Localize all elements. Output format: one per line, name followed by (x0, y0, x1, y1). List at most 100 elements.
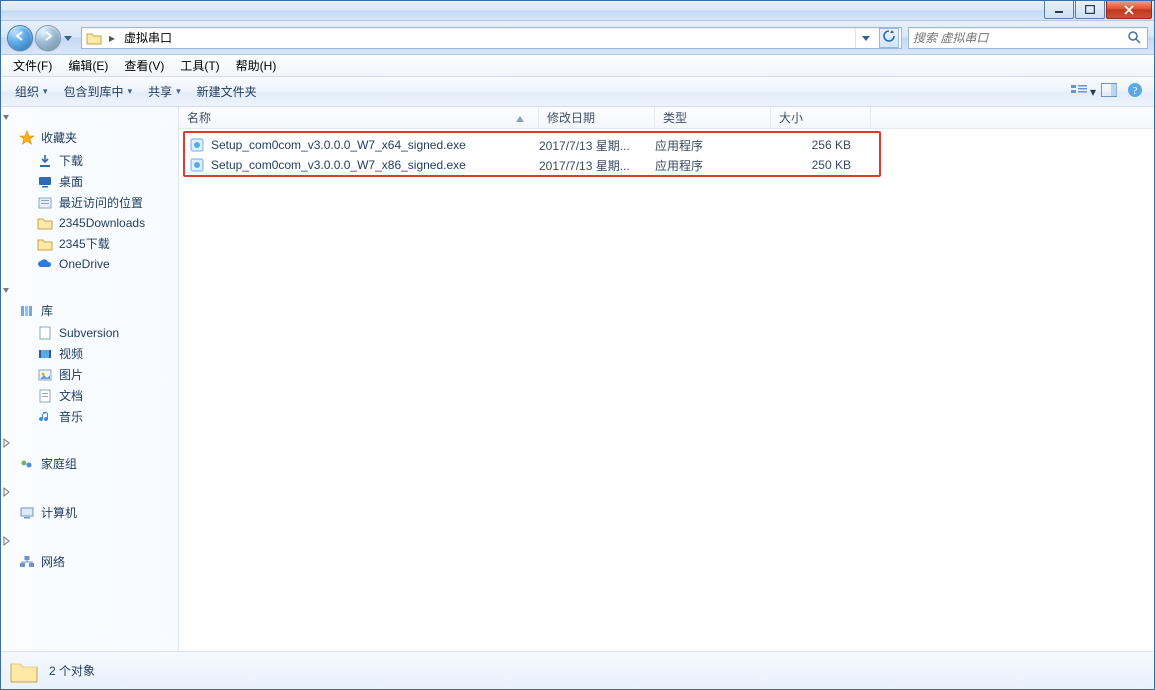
window-titlebar (1, 1, 1154, 21)
search-box[interactable] (908, 27, 1148, 49)
expand-icon[interactable] (1, 284, 11, 298)
include-in-library-button[interactable]: 包含到库中 ▾ (56, 80, 141, 103)
network-label: 网络 (41, 553, 65, 570)
file-name: Setup_com0com_v3.0.0.0_W7_x64_signed.exe (211, 138, 466, 152)
menu-file[interactable]: 文件(F) (5, 55, 60, 76)
sidebar-item-pictures[interactable]: 图片 (1, 364, 178, 385)
nav-buttons (7, 25, 75, 51)
address-bar[interactable]: ▸ 虚拟串口 (81, 27, 902, 49)
file-type: 应用程序 (655, 137, 771, 154)
share-button[interactable]: 共享 ▾ (140, 80, 189, 103)
include-label: 包含到库中 (64, 83, 124, 100)
help-icon: ? (1127, 82, 1143, 101)
document-icon (37, 388, 53, 404)
address-dropdown[interactable] (855, 28, 875, 48)
sidebar-item-onedrive[interactable]: OneDrive (1, 254, 178, 274)
recent-icon (37, 195, 53, 211)
column-type[interactable]: 类型 (655, 107, 771, 128)
breadcrumb-current[interactable]: 虚拟串口 (122, 29, 174, 46)
sidebar-group-libraries[interactable]: 库 (1, 298, 178, 323)
forward-button[interactable] (35, 25, 61, 51)
sidebar-group-computer[interactable]: 计算机 (1, 500, 178, 525)
sort-asc-icon (516, 111, 530, 125)
music-icon (37, 409, 53, 425)
sidebar-item-documents[interactable]: 文档 (1, 385, 178, 406)
chevron-down-icon (64, 31, 72, 45)
file-size: 250 KB (771, 158, 871, 172)
expand-icon[interactable] (1, 486, 11, 500)
command-bar: 组织 ▾ 包含到库中 ▾ 共享 ▾ 新建文件夹 ▾ ? (1, 77, 1154, 107)
chevron-down-icon (862, 31, 870, 45)
sidebar-item-downloads[interactable]: 下载 (1, 150, 178, 171)
menu-tools[interactable]: 工具(T) (172, 55, 227, 76)
svg-text:?: ? (1133, 85, 1138, 97)
organize-button[interactable]: 组织 ▾ (7, 80, 56, 103)
document-icon (37, 325, 53, 341)
expand-icon[interactable] (1, 535, 11, 549)
sidebar-item-music[interactable]: 音乐 (1, 406, 178, 427)
sidebar-item-desktop[interactable]: 桌面 (1, 171, 178, 192)
maximize-button[interactable] (1075, 1, 1105, 19)
sidebar-item-2345download-cn[interactable]: 2345下载 (1, 233, 178, 254)
column-size[interactable]: 大小 (771, 107, 871, 128)
sidebar-group-network[interactable]: 网络 (1, 549, 178, 574)
file-name: Setup_com0com_v3.0.0.0_W7_x86_signed.exe (211, 158, 466, 172)
expand-icon[interactable] (1, 437, 11, 451)
column-date[interactable]: 修改日期 (539, 107, 655, 128)
expand-icon[interactable] (1, 111, 11, 125)
view-options-button[interactable]: ▾ (1070, 81, 1096, 103)
cloud-icon (37, 256, 53, 272)
file-list-pane: 名称 修改日期 类型 大小 Setup_com0com_v3.0.0.0_W7_… (179, 107, 1154, 651)
file-list[interactable]: Setup_com0com_v3.0.0.0_W7_x64_signed.exe… (179, 129, 1154, 651)
column-headers: 名称 修改日期 类型 大小 (179, 107, 1154, 129)
homegroup-label: 家庭组 (41, 455, 77, 472)
folder-icon (86, 30, 102, 46)
library-icon (19, 303, 35, 319)
sidebar-item-videos[interactable]: 视频 (1, 343, 178, 364)
chevron-down-icon: ▾ (176, 86, 181, 97)
new-folder-button[interactable]: 新建文件夹 (189, 80, 265, 103)
video-icon (37, 346, 53, 362)
arrow-left-icon (14, 30, 26, 45)
sidebar-item-recent[interactable]: 最近访问的位置 (1, 192, 178, 213)
status-bar: 2 个对象 (1, 651, 1154, 689)
sidebar-group-homegroup[interactable]: 家庭组 (1, 451, 178, 476)
preview-pane-icon (1101, 83, 1117, 100)
breadcrumb-separator-icon[interactable]: ▸ (106, 31, 118, 45)
refresh-button[interactable] (879, 28, 899, 48)
file-date: 2017/7/13 星期... (539, 137, 655, 154)
folder-icon (37, 215, 53, 231)
libraries-label: 库 (41, 302, 53, 319)
column-name[interactable]: 名称 (179, 107, 539, 128)
computer-icon (19, 505, 35, 521)
exe-icon (189, 157, 205, 173)
file-type: 应用程序 (655, 157, 771, 174)
file-date: 2017/7/13 星期... (539, 157, 655, 174)
file-row[interactable]: Setup_com0com_v3.0.0.0_W7_x64_signed.exe… (179, 135, 1154, 155)
menu-help[interactable]: 帮助(H) (228, 55, 285, 76)
sidebar-item-2345downloads[interactable]: 2345Downloads (1, 213, 178, 233)
folder-icon (9, 657, 39, 685)
folder-icon (37, 236, 53, 252)
navigation-pane[interactable]: 收藏夹 下载 桌面 最近访问的位置 2345Downloads 2345下载 O… (1, 107, 179, 651)
view-icon (1070, 83, 1088, 100)
file-size: 256 KB (771, 138, 871, 152)
menu-bar: 文件(F) 编辑(E) 查看(V) 工具(T) 帮助(H) (1, 55, 1154, 77)
computer-label: 计算机 (41, 504, 77, 521)
menu-edit[interactable]: 编辑(E) (60, 55, 116, 76)
nav-history-dropdown[interactable] (61, 27, 75, 49)
sidebar-item-subversion[interactable]: Subversion (1, 323, 178, 343)
back-button[interactable] (7, 25, 33, 51)
minimize-button[interactable] (1044, 1, 1074, 19)
favorites-label: 收藏夹 (41, 129, 77, 146)
sidebar-group-favorites[interactable]: 收藏夹 (1, 125, 178, 150)
organize-label: 组织 (15, 83, 39, 100)
preview-pane-button[interactable] (1096, 81, 1122, 103)
search-input[interactable] (913, 31, 1127, 45)
content-area: 收藏夹 下载 桌面 最近访问的位置 2345Downloads 2345下载 O… (1, 107, 1154, 651)
desktop-icon (37, 174, 53, 190)
close-button[interactable] (1106, 1, 1152, 19)
menu-view[interactable]: 查看(V) (116, 55, 172, 76)
help-button[interactable]: ? (1122, 81, 1148, 103)
file-row[interactable]: Setup_com0com_v3.0.0.0_W7_x86_signed.exe… (179, 155, 1154, 175)
